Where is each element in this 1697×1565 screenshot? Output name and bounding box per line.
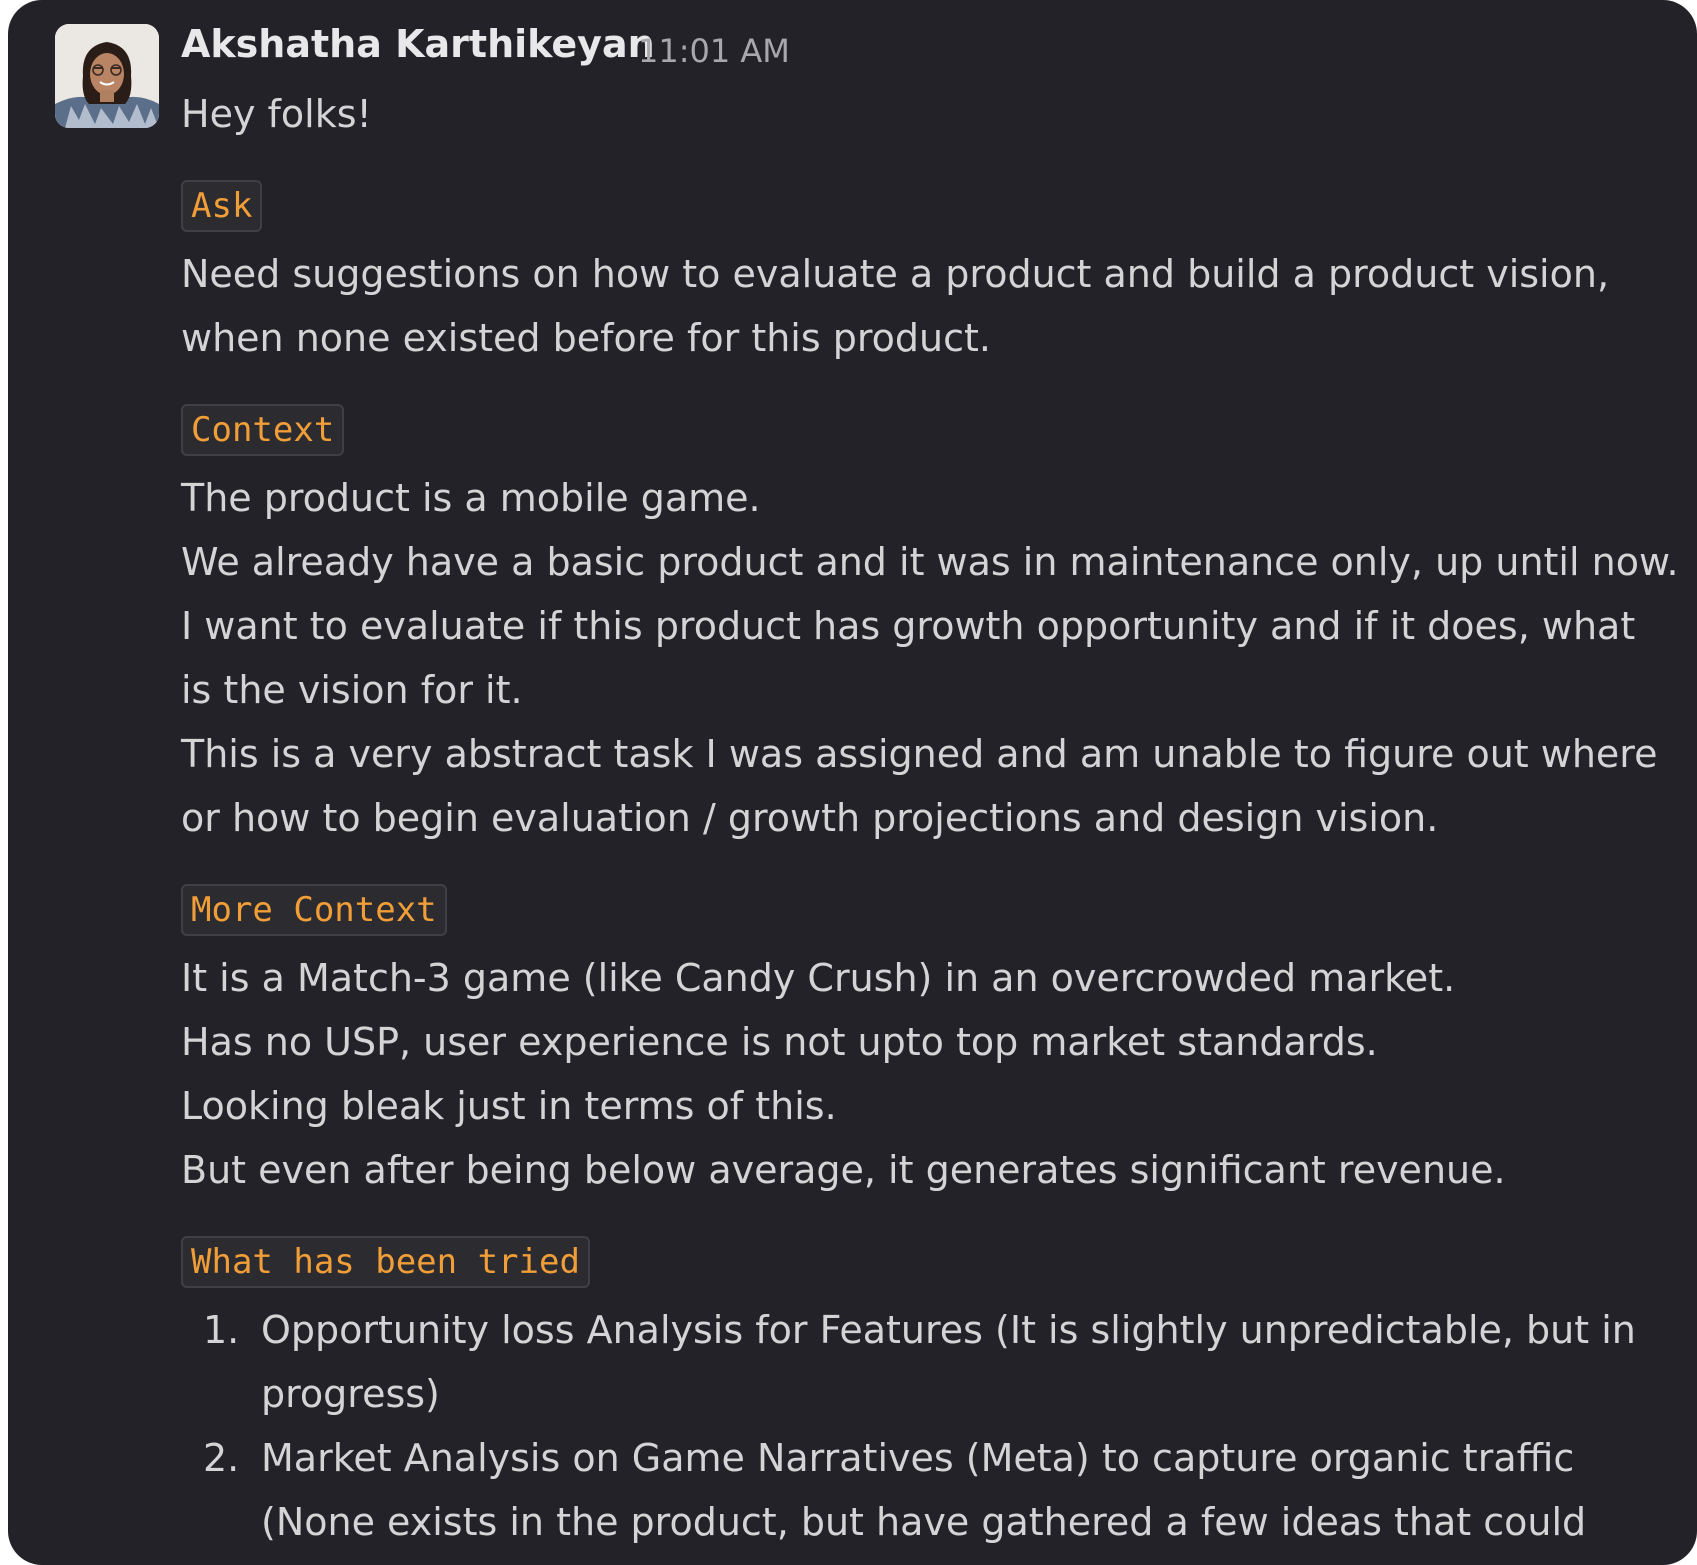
- context-line: This is a very abstract task I was assig…: [181, 732, 1658, 776]
- ask-line: when none existed before for this produc…: [181, 316, 991, 360]
- more-context-line: Has no USP, user experience is not upto …: [181, 1020, 1378, 1064]
- ask-line: Need suggestions on how to evaluate a pr…: [181, 252, 1610, 296]
- more-context-line: Looking bleak just in terms of this.: [181, 1084, 837, 1128]
- ask-code-tag: Ask: [181, 180, 263, 232]
- list-item-number: 1.: [203, 1308, 240, 1352]
- context-tag-row: Context: [181, 396, 1671, 460]
- list-item: 1. Opportunity loss Analysis for Feature…: [181, 1298, 1671, 1426]
- context-line: or how to begin evaluation / growth proj…: [181, 796, 1439, 840]
- list-item-line: (None exists in the product, but have ga…: [261, 1500, 1587, 1544]
- context-line: We already have a basic product and it w…: [181, 540, 1679, 584]
- list-item-line: Opportunity loss Analysis for Features (…: [261, 1308, 1636, 1352]
- context-line: The product is a mobile game.: [181, 476, 761, 520]
- list-item: 2. Market Analysis on Game Narratives (M…: [181, 1426, 1671, 1565]
- message-body: Hey folks! Ask Need suggestions on how t…: [181, 82, 1679, 1565]
- context-line: is the vision for it.: [181, 668, 523, 712]
- tried-code-tag: What has been tried: [181, 1236, 590, 1288]
- context-line: I want to evaluate if this product has g…: [181, 604, 1636, 648]
- tried-tag-row: What has been tried: [181, 1228, 1671, 1292]
- list-item-number: 2.: [203, 1436, 240, 1480]
- list-item-line: progress): [261, 1372, 440, 1416]
- list-item-line: stand out): [261, 1554, 1671, 1565]
- author-name[interactable]: Akshatha Karthikeyan: [181, 22, 655, 66]
- more-context-line: But even after being below average, it g…: [181, 1148, 1506, 1192]
- more-context-line: It is a Match-3 game (like Candy Crush) …: [181, 956, 1456, 1000]
- user-photo-icon: [55, 24, 159, 128]
- greeting-text: Hey folks!: [181, 92, 372, 136]
- list-item-line: Market Analysis on Game Narratives (Meta…: [261, 1436, 1575, 1480]
- ask-tag-row: Ask: [181, 172, 1671, 236]
- more-context-tag-row: More Context: [181, 876, 1671, 940]
- tried-list: 1. Opportunity loss Analysis for Feature…: [181, 1298, 1671, 1565]
- context-code-tag: Context: [181, 404, 345, 456]
- more-context-code-tag: More Context: [181, 884, 447, 936]
- avatar[interactable]: [55, 24, 159, 128]
- message-window: Akshatha Karthikeyan 11:01 AM Hey folks!…: [8, 0, 1697, 1565]
- message-timestamp[interactable]: 11:01 AM: [638, 32, 790, 70]
